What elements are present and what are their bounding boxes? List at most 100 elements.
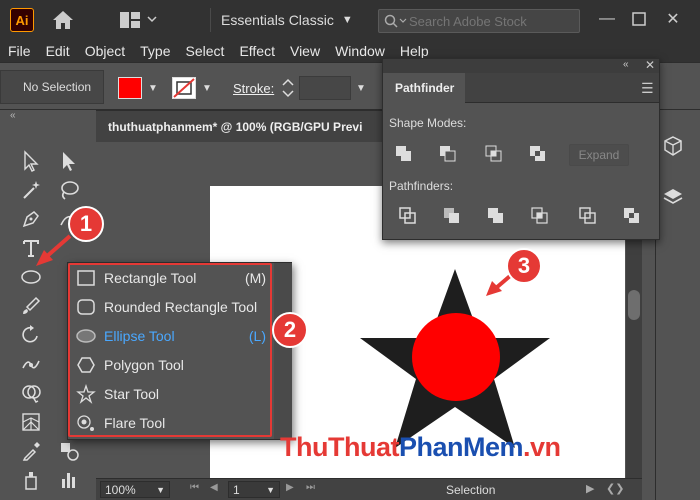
menu-object[interactable]: Object <box>85 43 125 59</box>
lasso-tool[interactable] <box>52 175 86 204</box>
maximize-button[interactable] <box>628 8 650 30</box>
app-bar: Ai Essentials Classic ▼ — ✕ <box>0 0 700 40</box>
arrange-documents-icon <box>120 12 157 28</box>
next-artboard-icon[interactable]: ▶ <box>286 482 294 493</box>
menu-type[interactable]: Type <box>140 43 170 59</box>
fill-dropdown[interactable]: ▼ <box>146 77 160 99</box>
status-arrow-icon[interactable]: ▶ <box>586 482 594 495</box>
collapse-panel-icon[interactable]: « <box>623 59 629 70</box>
menu-window[interactable]: Window <box>335 43 385 59</box>
intersect-button[interactable] <box>481 142 507 166</box>
menu-help[interactable]: Help <box>400 43 429 59</box>
merge-icon <box>488 208 503 223</box>
close-window-button[interactable]: ✕ <box>662 8 684 30</box>
first-artboard-icon[interactable]: ⏮ <box>190 482 199 493</box>
shape-builder-tool[interactable] <box>14 378 48 407</box>
home-button[interactable] <box>50 8 76 32</box>
annotation-badge-1: 1 <box>68 206 104 242</box>
stepper-arrows-icon <box>282 78 294 98</box>
divide-button[interactable] <box>395 204 421 228</box>
shape-tool-group[interactable] <box>14 262 48 291</box>
direct-selection-tool[interactable] <box>52 146 86 175</box>
layers-panel-button[interactable] <box>662 186 684 213</box>
menu-view[interactable]: View <box>290 43 320 59</box>
stroke-weight-dropdown[interactable]: ▼ <box>353 77 369 99</box>
shape-builder-icon <box>22 384 41 403</box>
minus-back-icon <box>624 208 639 223</box>
divide-icon <box>399 207 416 224</box>
stroke-label[interactable]: Stroke: <box>233 81 274 96</box>
tab-pathfinder[interactable]: Pathfinder <box>383 73 465 103</box>
menu-file[interactable]: File <box>8 43 31 59</box>
paintbrush-icon <box>23 296 41 314</box>
expand-button[interactable]: Expand <box>569 144 629 166</box>
flyout-scrollbar[interactable] <box>274 263 292 439</box>
column-graph-tool[interactable] <box>52 465 86 494</box>
minimize-button[interactable]: — <box>596 8 618 30</box>
selection-indicator: No Selection <box>0 70 104 104</box>
cube-icon <box>664 136 682 156</box>
document-title: thuthuatphanmem* @ 100% (RGB/GPU Previ <box>108 120 363 134</box>
last-artboard-icon[interactable]: ⏭ <box>306 482 315 493</box>
pathfinder-panel: « ✕ Pathfinder ☰ Shape Modes: Expand Pat… <box>382 58 660 240</box>
perspective-grid-tool[interactable] <box>14 407 48 436</box>
menu-effect[interactable]: Effect <box>239 43 275 59</box>
direct-selection-icon <box>63 151 75 171</box>
type-icon <box>23 239 39 257</box>
unite-button[interactable] <box>391 142 417 166</box>
libraries-panel-button[interactable] <box>662 135 684 162</box>
chevron-down-icon: ▼ <box>341 14 353 26</box>
blend-tool[interactable] <box>52 436 86 465</box>
width-tool[interactable] <box>14 349 48 378</box>
stroke-dropdown[interactable]: ▼ <box>200 77 214 99</box>
stock-search-box[interactable] <box>378 9 580 33</box>
zoom-field[interactable]: 100% ▼ <box>100 481 170 498</box>
crop-icon <box>531 207 548 224</box>
home-icon <box>53 11 73 29</box>
stroke-weight-field[interactable] <box>299 76 351 100</box>
close-icon[interactable]: ✕ <box>645 58 655 72</box>
artboard-number: 1 <box>233 482 240 497</box>
menu-edit[interactable]: Edit <box>46 43 70 59</box>
illustrator-window: Ai Essentials Classic ▼ — ✕ File Edit Ob… <box>0 0 700 500</box>
selection-tool[interactable] <box>14 146 48 175</box>
stroke-weight-stepper[interactable] <box>279 75 297 101</box>
chevron-down-icon: ▼ <box>356 82 366 94</box>
panel-dock <box>655 110 700 500</box>
exclude-icon <box>530 146 545 161</box>
merge-button[interactable] <box>483 204 509 228</box>
fill-color-swatch[interactable] <box>118 77 142 99</box>
toolbar-collapse[interactable]: « <box>0 110 96 122</box>
search-input[interactable] <box>409 13 579 29</box>
shape-modes-label: Shape Modes: <box>389 116 467 130</box>
document-tab[interactable]: thuthuatphanmem* @ 100% (RGB/GPU Previ <box>96 110 386 142</box>
double-chevron-icon: « <box>10 110 16 121</box>
status-nav-icon[interactable]: ❮❯ <box>606 482 624 495</box>
exclude-button[interactable] <box>525 142 551 166</box>
type-tool[interactable] <box>14 233 48 262</box>
trim-icon <box>444 208 459 223</box>
panel-title-strip[interactable]: « ✕ <box>383 58 659 73</box>
zoom-value: 100% <box>105 482 136 497</box>
outline-button[interactable] <box>575 204 601 228</box>
scrollbar-thumb[interactable] <box>628 290 640 320</box>
trim-button[interactable] <box>439 204 465 228</box>
rotate-tool[interactable] <box>14 320 48 349</box>
artboard-number-field[interactable]: 1 ▼ <box>228 481 280 498</box>
previous-artboard-icon[interactable]: ◀ <box>210 482 218 493</box>
minus-front-button[interactable] <box>435 142 461 166</box>
workspace-switcher[interactable]: Essentials Classic ▼ <box>210 8 360 32</box>
paintbrush-tool[interactable] <box>14 291 48 320</box>
menu-select[interactable]: Select <box>186 43 225 59</box>
crop-button[interactable] <box>527 204 553 228</box>
panel-menu-icon[interactable]: ☰ <box>641 80 654 97</box>
stroke-color-swatch[interactable] <box>172 77 196 99</box>
red-circle-shape[interactable] <box>412 313 500 401</box>
close-icon: ✕ <box>666 11 680 28</box>
minus-back-button[interactable] <box>619 204 645 228</box>
magic-wand-tool[interactable] <box>14 175 48 204</box>
arrange-documents-button[interactable] <box>118 10 158 30</box>
pen-tool[interactable] <box>14 204 48 233</box>
symbol-sprayer-tool[interactable] <box>14 465 48 494</box>
eyedropper-tool[interactable] <box>14 436 48 465</box>
